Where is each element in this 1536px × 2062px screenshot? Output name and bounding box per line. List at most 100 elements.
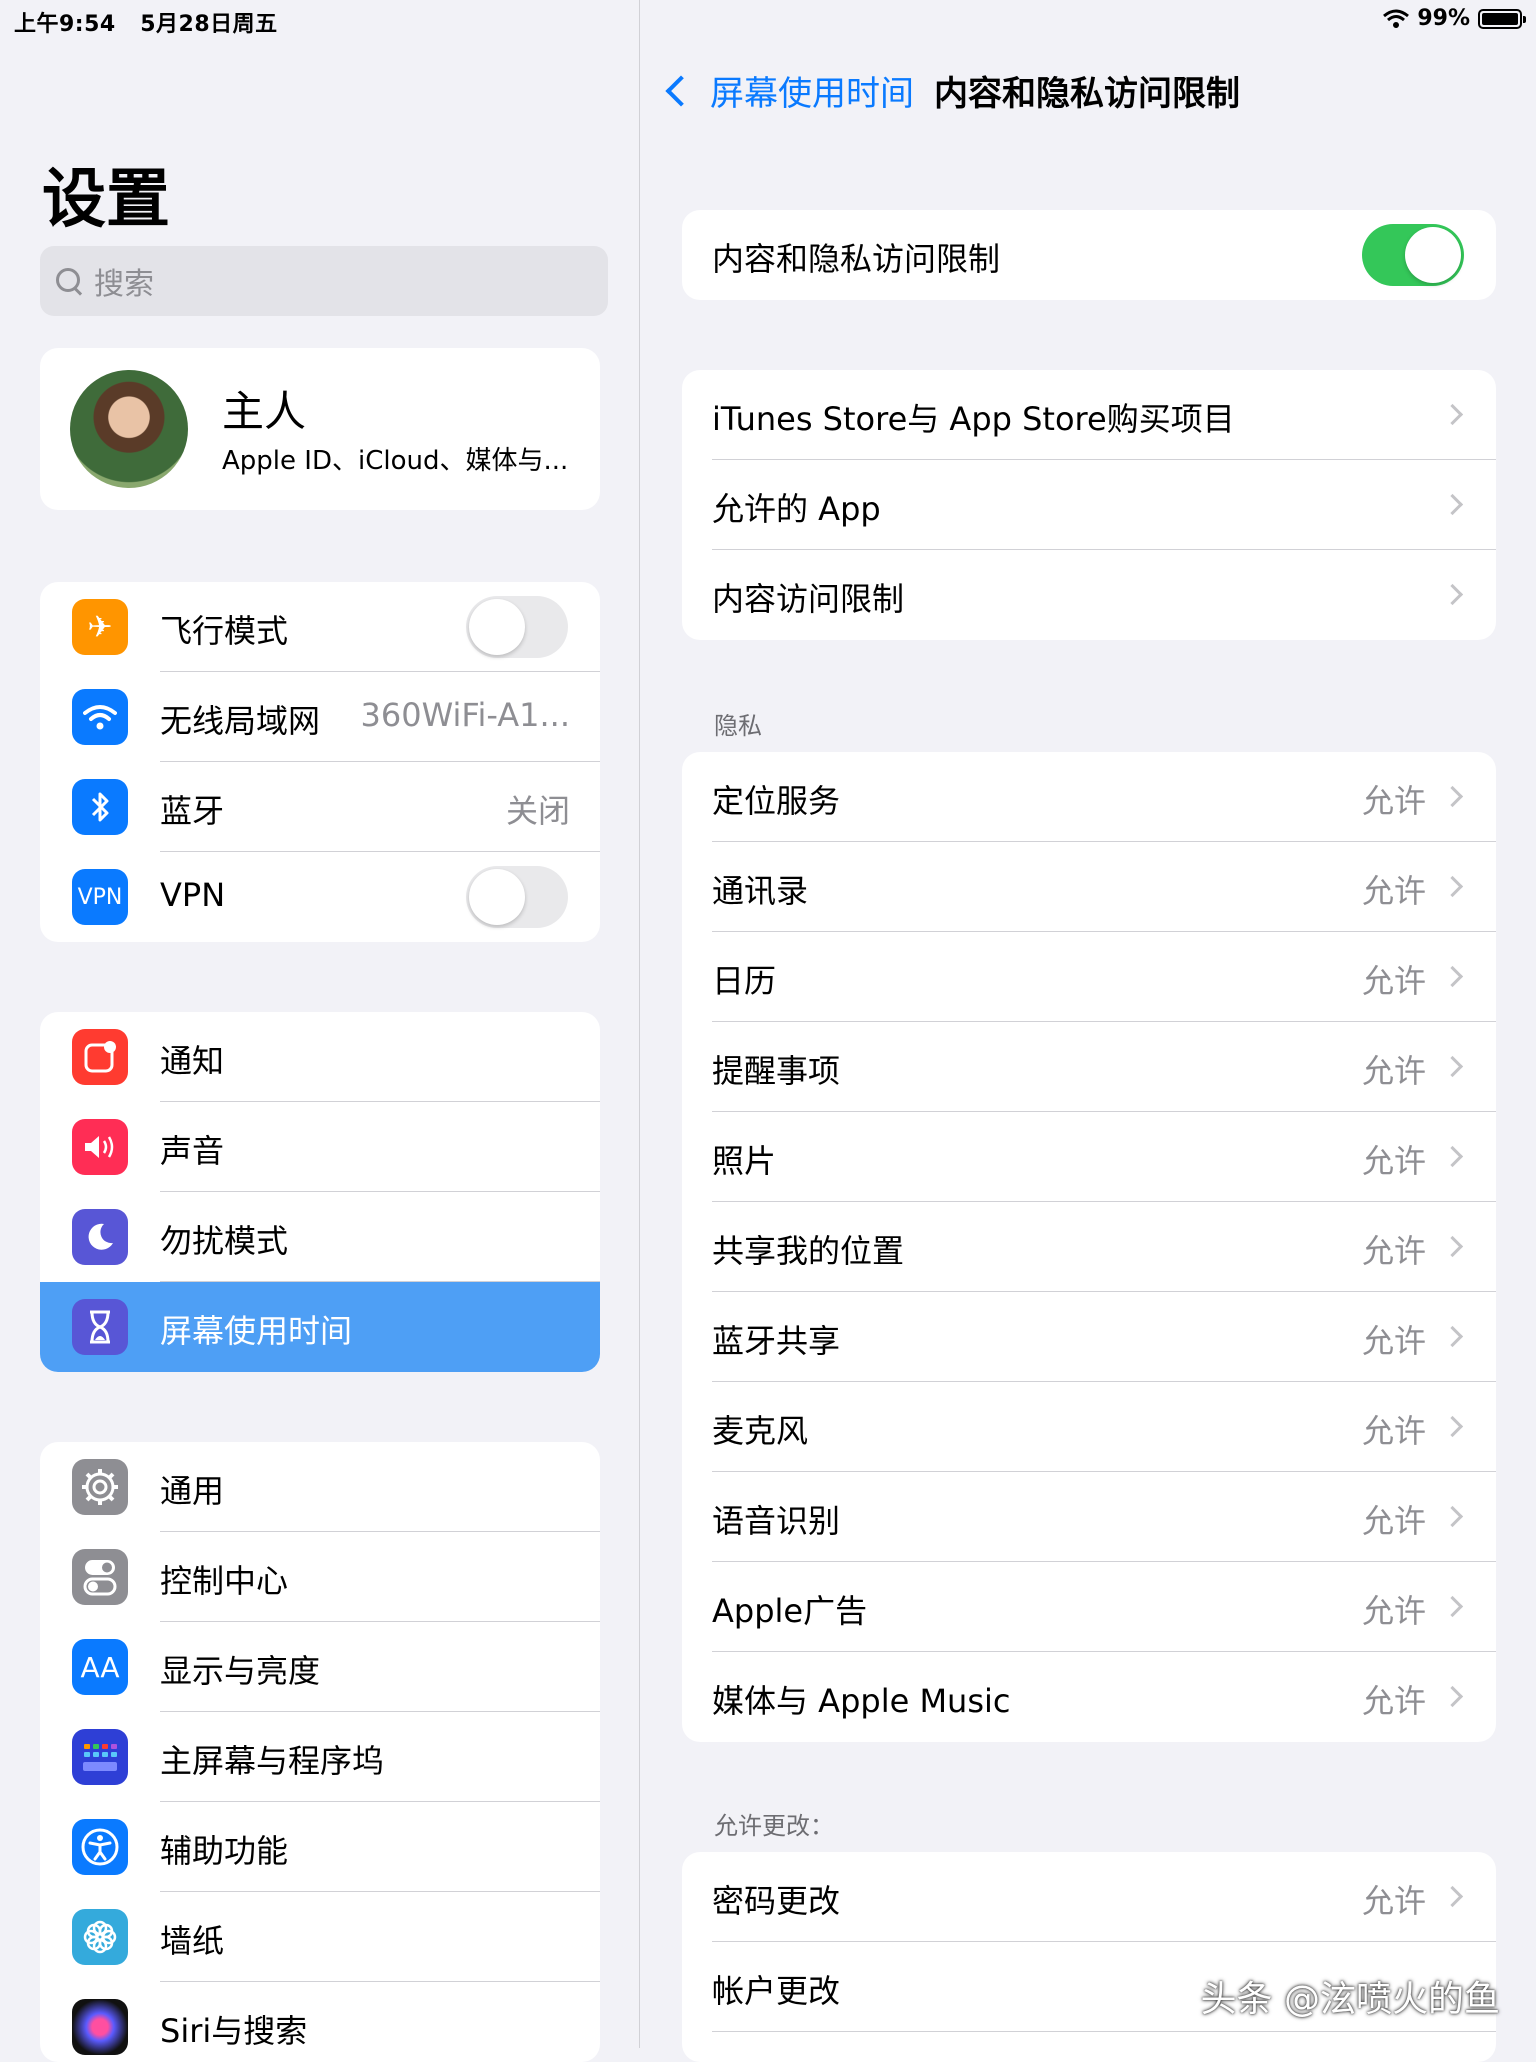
sidebar-item-screen-time[interactable]: 屏幕使用时间 [40, 1282, 600, 1372]
privacy-row[interactable]: 媒体与 Apple Music 允许 [682, 1652, 1496, 1742]
row-value: 允许 [1361, 872, 1426, 910]
sidebar-item-accessibility[interactable]: 辅助功能 [40, 1802, 600, 1892]
privacy-row[interactable]: Apple广告 允许 [682, 1562, 1496, 1652]
back-button[interactable]: 屏幕使用时间 [664, 66, 914, 115]
battery-percent: 99% [1417, 6, 1470, 31]
wifi-network-value: 360WiFi-A1... [360, 696, 570, 734]
status-right: 99% [1383, 6, 1526, 31]
row-label: 内容访问限制 [712, 580, 905, 618]
chevron-right-icon [1441, 1325, 1464, 1348]
passcode-changes-row[interactable]: 密码更改 允许 [682, 1852, 1496, 1942]
moon-icon [72, 1209, 128, 1265]
avatar [70, 370, 188, 488]
sidebar-item-home-screen[interactable]: 主屏幕与程序坞 [40, 1712, 600, 1802]
row-label: 通讯录 [712, 872, 809, 910]
row-value: 允许 [1361, 782, 1426, 820]
content-privacy-toggle[interactable] [1362, 224, 1464, 286]
wifi-icon [72, 689, 128, 745]
status-time-date: 上午9:54 5月28日周五 [14, 6, 278, 38]
wallpaper-icon [72, 1909, 128, 1965]
sidebar-item-wifi[interactable]: 无线局域网 360WiFi-A1... [40, 672, 600, 762]
sidebar-item-airplane[interactable]: ✈ 飞行模式 [40, 582, 600, 672]
sidebar-item-label: 蓝牙 [160, 792, 225, 830]
airplane-toggle[interactable] [466, 596, 568, 658]
privacy-row[interactable]: 提醒事项 允许 [682, 1022, 1496, 1112]
sidebar-title: 设置 [42, 163, 170, 237]
vpn-icon: VPN [72, 869, 128, 925]
privacy-row[interactable]: 蓝牙共享 允许 [682, 1292, 1496, 1382]
chevron-right-icon [1441, 785, 1464, 808]
privacy-row[interactable]: 通讯录 允许 [682, 842, 1496, 932]
notifications-group: 通知 声音 勿扰模式 屏幕使用时间 [40, 1012, 600, 1372]
sidebar-item-label: 飞行模式 [160, 612, 289, 650]
status-time: 上午9:54 [14, 12, 116, 37]
privacy-row[interactable]: 照片 允许 [682, 1112, 1496, 1202]
privacy-row[interactable]: 日历 允许 [682, 932, 1496, 1022]
row-label: 定位服务 [712, 782, 841, 820]
allowed-apps-row[interactable]: 允许的 App [682, 460, 1496, 550]
profile-card[interactable]: 主人 Apple ID、iCloud、媒体与... [40, 348, 600, 510]
chevron-right-icon [1441, 1415, 1464, 1438]
sidebar-item-label: VPN [160, 876, 226, 914]
general-group: 通用 控制中心 AA 显示与亮度 主屏幕与程序坞 辅助功能 墙纸 Siri与搜索 [40, 1442, 600, 2062]
sidebar-item-sounds[interactable]: 声音 [40, 1102, 600, 1192]
row-label: 麦克风 [712, 1412, 809, 1450]
sidebar-item-wallpaper[interactable]: 墙纸 [40, 1892, 600, 1982]
itunes-purchases-row[interactable]: iTunes Store与 App Store购买项目 [682, 370, 1496, 460]
search-icon [56, 268, 82, 294]
sidebar-item-general[interactable]: 通用 [40, 1442, 600, 1532]
store-group: iTunes Store与 App Store购买项目 允许的 App 内容访问… [682, 370, 1496, 640]
back-label: 屏幕使用时间 [710, 74, 914, 114]
sidebar-item-label: 无线局域网 [160, 702, 321, 740]
search-placeholder: 搜索 [94, 267, 154, 302]
status-date: 5月28日周五 [140, 12, 278, 37]
chevron-right-icon [1441, 1145, 1464, 1168]
sidebar-item-label: 声音 [160, 1132, 225, 1170]
sidebar-item-bluetooth[interactable]: 蓝牙 关闭 [40, 762, 600, 852]
accessibility-icon [72, 1819, 128, 1875]
chevron-right-icon [1441, 493, 1464, 516]
row-label: 允许的 App [712, 490, 881, 528]
content-restrictions-row[interactable]: 内容访问限制 [682, 550, 1496, 640]
row-value: 允许 [1361, 1322, 1426, 1360]
control-center-icon [72, 1549, 128, 1605]
row-value: 允许 [1361, 1232, 1426, 1270]
airplane-icon: ✈ [72, 599, 128, 655]
row-label: 日历 [712, 962, 777, 1000]
privacy-row[interactable]: 麦克风 允许 [682, 1382, 1496, 1472]
privacy-group: 定位服务 允许 通讯录 允许 日历 允许 提醒事项 允许 照片 允许 共享我的位置 允许 蓝… [682, 752, 1496, 1742]
sidebar-item-display[interactable]: AA 显示与亮度 [40, 1622, 600, 1712]
row-value: 允许 [1361, 962, 1426, 1000]
sidebar-item-notifications[interactable]: 通知 [40, 1012, 600, 1102]
connectivity-group: ✈ 飞行模式 无线局域网 360WiFi-A1... 蓝牙 关闭 VPN VPN [40, 582, 600, 942]
sidebar-item-control-center[interactable]: 控制中心 [40, 1532, 600, 1622]
row-label: 语音识别 [712, 1502, 841, 1540]
bluetooth-icon [72, 779, 128, 835]
display-icon: AA [72, 1639, 128, 1695]
row-label: 内容和隐私访问限制 [712, 240, 1001, 278]
sidebar-item-vpn[interactable]: VPN VPN [40, 852, 600, 942]
chevron-right-icon [1441, 1885, 1464, 1908]
page-title: 内容和隐私访问限制 [934, 74, 1240, 114]
sidebar-item-label: 屏幕使用时间 [160, 1312, 353, 1350]
sidebar-item-label: 辅助功能 [160, 1832, 289, 1870]
privacy-row[interactable]: 语音识别 允许 [682, 1472, 1496, 1562]
watermark: 头条 @泫喷火的鱼 [1200, 1979, 1500, 2020]
sidebar-item-label: 墙纸 [160, 1922, 225, 1960]
privacy-row[interactable]: 共享我的位置 允许 [682, 1202, 1496, 1292]
vpn-toggle[interactable] [466, 866, 568, 928]
battery-icon [1478, 8, 1526, 29]
sidebar-item-label: 显示与亮度 [160, 1652, 321, 1690]
row-value: 允许 [1361, 1592, 1426, 1630]
row-label: 媒体与 Apple Music [712, 1682, 1011, 1720]
changes-section-header: 允许更改： [714, 1812, 834, 1840]
content-privacy-toggle-row[interactable]: 内容和隐私访问限制 [682, 210, 1496, 300]
privacy-row[interactable]: 定位服务 允许 [682, 752, 1496, 842]
sidebar-item-siri[interactable]: Siri与搜索 [40, 1982, 600, 2062]
sidebar-item-dnd[interactable]: 勿扰模式 [40, 1192, 600, 1282]
home-screen-icon [72, 1729, 128, 1785]
search-field[interactable]: 搜索 [40, 246, 608, 316]
notification-icon [72, 1029, 128, 1085]
sidebar-item-label: Siri与搜索 [160, 2012, 308, 2050]
row-value: 允许 [1361, 1882, 1426, 1920]
